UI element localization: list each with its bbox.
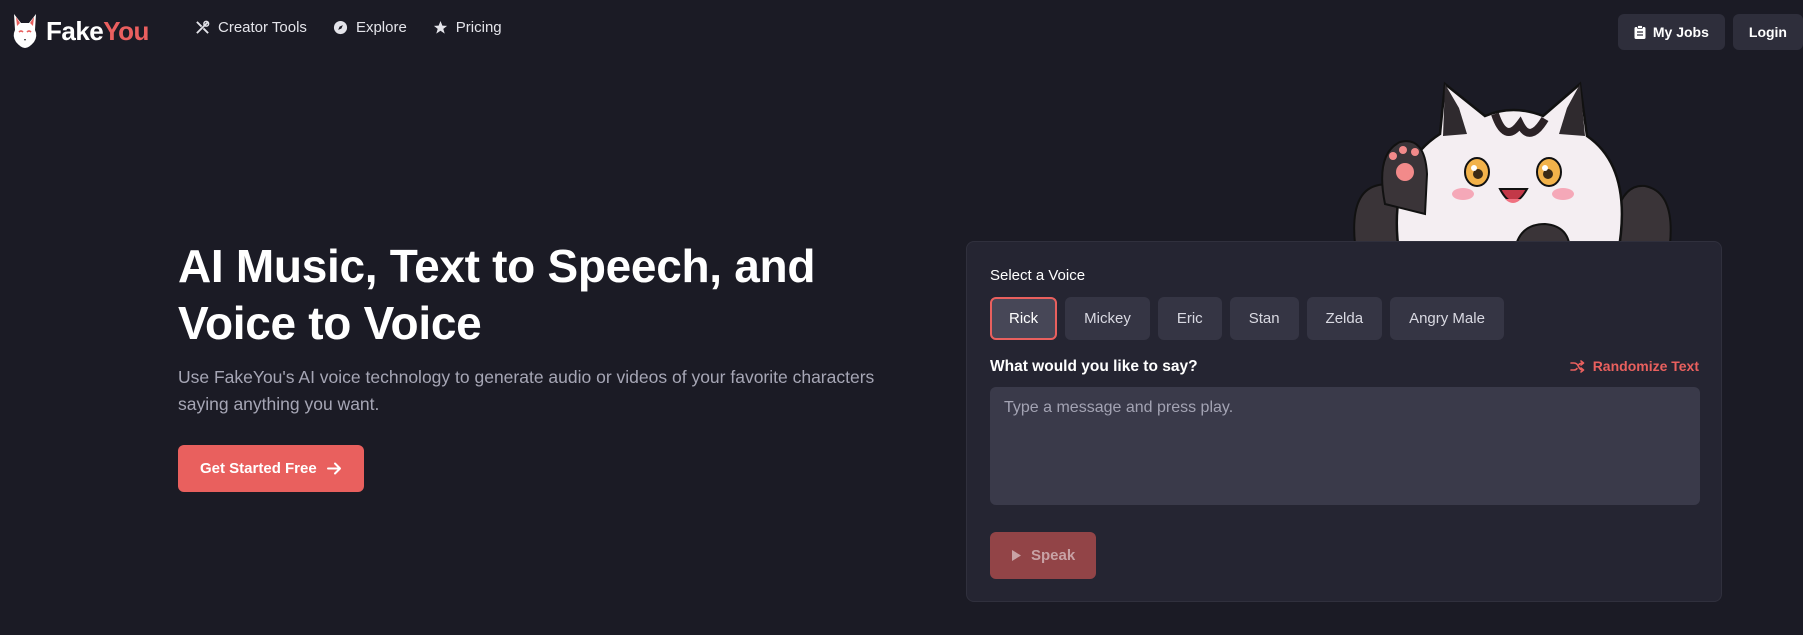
get-started-label: Get Started Free bbox=[200, 460, 317, 477]
voice-panel: Select a Voice Rick Mickey Eric Stan Zel… bbox=[966, 241, 1722, 602]
main-nav: Creator Tools Explore Pricing bbox=[195, 19, 502, 36]
nav-item-label: Creator Tools bbox=[218, 19, 307, 36]
tools-icon bbox=[196, 20, 210, 34]
nav-item-label: Pricing bbox=[455, 19, 502, 36]
fox-logo-icon bbox=[13, 14, 37, 48]
hero-title: AI Music, Text to Speech, and Voice to V… bbox=[178, 238, 938, 352]
shuffle-icon bbox=[1569, 359, 1584, 373]
clipboard-icon bbox=[1634, 25, 1646, 39]
brand-name: FakeYou bbox=[46, 16, 149, 47]
brand-name-part1: Fake bbox=[46, 15, 104, 46]
brand-name-part2: You bbox=[103, 15, 149, 46]
voice-chip-eric[interactable]: Eric bbox=[1157, 297, 1222, 340]
nav-item-explore[interactable]: Explore bbox=[333, 19, 407, 36]
nav-item-creator-tools[interactable]: Creator Tools bbox=[195, 19, 307, 36]
message-input[interactable] bbox=[990, 387, 1700, 505]
voice-chip-rick[interactable]: Rick bbox=[990, 297, 1058, 340]
hero-subtitle: Use FakeYou's AI voice technology to gen… bbox=[178, 367, 875, 414]
hero-title-line1: AI Music, Text to Speech, and bbox=[178, 240, 816, 292]
voice-chip-list: Rick Mickey Eric Stan Zelda Angry Male bbox=[990, 297, 1504, 340]
compass-icon bbox=[333, 20, 347, 35]
my-jobs-button[interactable]: My Jobs bbox=[1617, 14, 1725, 50]
login-button[interactable]: Login bbox=[1732, 14, 1803, 50]
randomize-text-label: Randomize Text bbox=[1592, 358, 1699, 374]
nav-item-pricing[interactable]: Pricing bbox=[433, 19, 502, 36]
get-started-button[interactable]: Get Started Free bbox=[178, 445, 364, 492]
page: FakeYou Creator Tools Explore Pricing My… bbox=[0, 0, 1803, 635]
top-actions: My Jobs Login bbox=[1617, 14, 1803, 50]
speak-button[interactable]: Speak bbox=[990, 532, 1097, 579]
speak-label: Speak bbox=[1031, 547, 1076, 564]
login-label: Login bbox=[1748, 24, 1787, 40]
voice-chip-zelda[interactable]: Zelda bbox=[1306, 297, 1383, 340]
brand-logo[interactable]: FakeYou bbox=[10, 12, 149, 50]
hero-title-line2: Voice to Voice bbox=[178, 297, 482, 349]
mascot-illustration bbox=[1353, 81, 1672, 259]
voice-chip-angry-male[interactable]: Angry Male bbox=[1390, 297, 1504, 340]
star-icon bbox=[433, 20, 447, 34]
top-navigation: FakeYou Creator Tools Explore Pricing My… bbox=[0, 0, 1803, 62]
nav-item-label: Explore bbox=[355, 19, 407, 36]
randomize-text-button[interactable]: Randomize Text bbox=[1569, 358, 1699, 374]
voice-chip-mickey[interactable]: Mickey bbox=[1065, 297, 1150, 340]
select-voice-label: Select a Voice bbox=[990, 267, 1086, 284]
hero-section: AI Music, Text to Speech, and Voice to V… bbox=[178, 238, 938, 492]
voice-chip-stan[interactable]: Stan bbox=[1229, 297, 1299, 340]
play-icon bbox=[1012, 550, 1021, 561]
my-jobs-label: My Jobs bbox=[1652, 24, 1709, 40]
arrow-right-icon bbox=[326, 462, 341, 475]
message-prompt-label: What would you like to say? bbox=[990, 358, 1198, 375]
